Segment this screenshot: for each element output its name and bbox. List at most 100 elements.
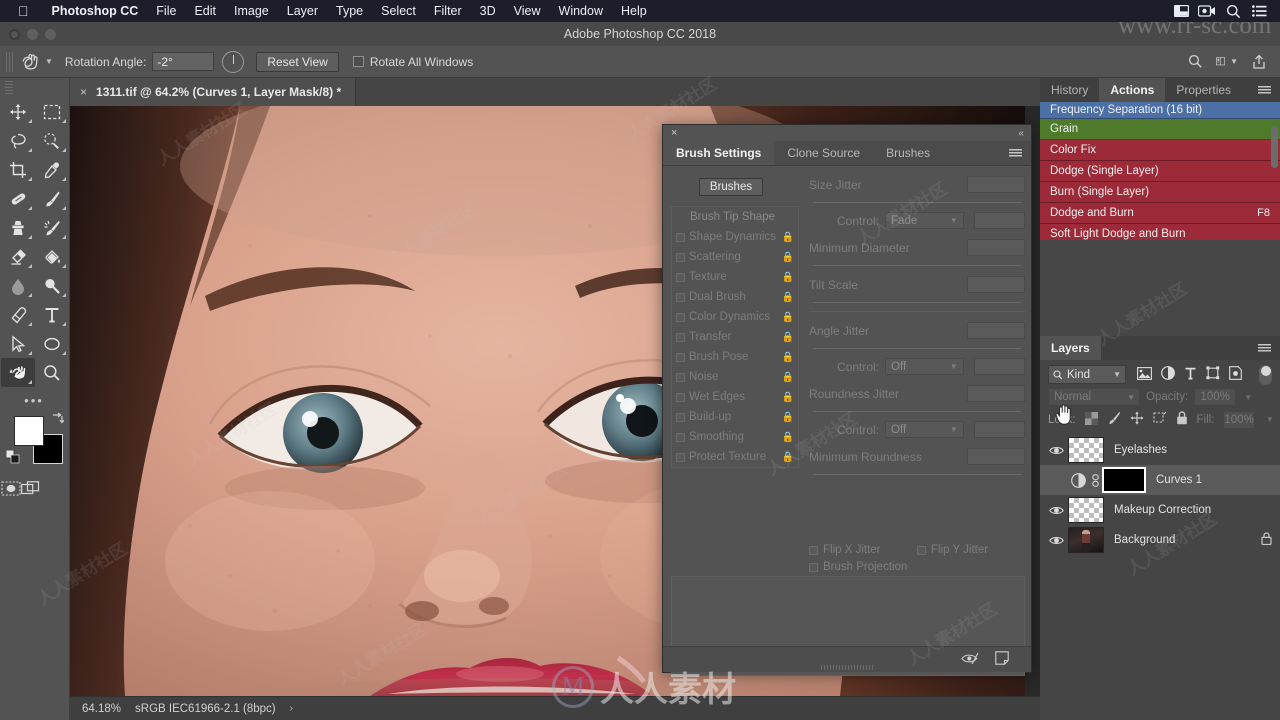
quick-selection-tool[interactable]	[35, 126, 69, 155]
tab-history[interactable]: History	[1040, 78, 1099, 102]
checkbox-box[interactable]	[676, 452, 685, 462]
roundness-jitter-field[interactable]	[967, 385, 1025, 402]
lock-icon[interactable]: 🔒	[782, 372, 794, 383]
dynamics-scattering[interactable]: Scattering 🔒	[672, 247, 798, 267]
flip-x-jitter-checkbox[interactable]: Flip X Jitter	[809, 544, 917, 556]
status-expand-icon[interactable]: ›	[290, 703, 293, 714]
pen-tool[interactable]	[1, 300, 35, 329]
history-brush-tool[interactable]	[35, 213, 69, 242]
lock-icon[interactable]: 🔒	[782, 392, 794, 403]
layer-thumbnail[interactable]	[1068, 437, 1104, 463]
paint-bucket-tool[interactable]	[35, 242, 69, 271]
blend-mode-select[interactable]: Normal ▼	[1048, 388, 1140, 406]
lock-artboard-icon[interactable]	[1152, 411, 1167, 428]
menu-layer[interactable]: Layer	[278, 4, 327, 18]
screen-record-icon[interactable]	[1194, 5, 1220, 17]
lock-position-icon[interactable]	[1130, 411, 1144, 428]
share-icon[interactable]	[1248, 51, 1270, 73]
panel-menu-icon[interactable]	[1000, 141, 1031, 165]
control-center-icon[interactable]	[1246, 5, 1272, 17]
tilt-scale-field[interactable]	[967, 276, 1025, 293]
search-icon[interactable]	[1184, 51, 1206, 73]
menu-filter[interactable]: Filter	[425, 4, 471, 18]
link-mask-icon[interactable]	[1088, 473, 1102, 487]
chevron-down-icon[interactable]: ▼	[1230, 57, 1238, 66]
tab-brushes[interactable]: Brushes	[873, 141, 943, 165]
checkbox-box[interactable]	[809, 545, 818, 555]
options-bar-grip[interactable]	[6, 51, 14, 72]
checkbox-box[interactable]	[676, 332, 685, 342]
collapse-icon[interactable]: ‹‹	[1018, 128, 1024, 139]
lock-icon[interactable]: 🔒	[782, 452, 794, 463]
dodge-tool[interactable]	[35, 271, 69, 300]
control-roundness-select[interactable]: Off ▼	[885, 421, 964, 438]
action-row[interactable]: Grain	[1040, 119, 1280, 140]
move-tool[interactable]	[1, 97, 35, 126]
layer-mask-thumbnail[interactable]	[1102, 467, 1146, 493]
lock-icon[interactable]: 🔒	[782, 232, 794, 243]
layer-row-eyelashes[interactable]: Eyelashes	[1040, 435, 1280, 465]
dynamics-dual-brush[interactable]: Dual Brush 🔒	[672, 287, 798, 307]
layer-visibility-toggle[interactable]	[1044, 535, 1068, 546]
screen-mode-icon[interactable]	[21, 474, 41, 503]
action-row[interactable]: Dodge and Burn F8	[1040, 203, 1280, 224]
filter-toggle-switch[interactable]	[1259, 364, 1272, 385]
layer-thumbnail[interactable]	[1068, 527, 1104, 553]
apple-menu-icon[interactable]: 	[18, 4, 29, 18]
dynamics-build-up[interactable]: Build-up 🔒	[672, 407, 798, 427]
pixel-layers-filter-icon[interactable]	[1137, 366, 1152, 383]
reset-view-button[interactable]: Reset View	[256, 51, 339, 72]
minimum-roundness-slider[interactable]	[813, 474, 1021, 475]
checkbox-box[interactable]	[676, 232, 685, 242]
action-row[interactable]: Color Fix	[1040, 140, 1280, 161]
split-view-icon[interactable]	[1168, 5, 1194, 17]
control-roundness-field[interactable]	[973, 421, 1025, 438]
control-angle-field[interactable]	[973, 358, 1025, 375]
action-row[interactable]: Frequency Separation (16 bit)	[1040, 102, 1280, 119]
blur-tool[interactable]	[1, 271, 35, 300]
size-jitter-slider[interactable]	[813, 202, 1021, 203]
eyedropper-tool[interactable]	[35, 155, 69, 184]
menu-edit[interactable]: Edit	[185, 4, 225, 18]
close-icon[interactable]: ×	[671, 127, 677, 139]
crop-tool[interactable]	[1, 155, 35, 184]
chevron-down-icon[interactable]: ▼	[950, 425, 958, 434]
menu-select[interactable]: Select	[372, 4, 425, 18]
adjustment-layer-thumbnail[interactable]	[1068, 472, 1088, 488]
menu-image[interactable]: Image	[225, 4, 278, 18]
workspace-icon[interactable]: ▼	[1216, 51, 1238, 73]
swap-colors-icon[interactable]	[51, 412, 65, 427]
lock-icon[interactable]: 🔒	[782, 272, 794, 283]
lock-icon[interactable]: 🔒	[782, 312, 794, 323]
adjustment-layers-filter-icon[interactable]	[1161, 366, 1175, 383]
angle-jitter-slider[interactable]	[813, 348, 1021, 349]
chevron-down-icon[interactable]: ▼	[1113, 370, 1121, 379]
lock-icon[interactable]: 🔒	[782, 332, 794, 343]
control-fade-field[interactable]	[973, 212, 1025, 229]
toggle-brush-preview-icon[interactable]	[961, 652, 979, 668]
menu-type[interactable]: Type	[327, 4, 372, 18]
panel-menu-icon[interactable]	[1249, 336, 1280, 360]
dynamics-brush-tip-shape[interactable]: Brush Tip Shape	[672, 207, 798, 227]
dynamics-smoothing[interactable]: Smoothing 🔒	[672, 427, 798, 447]
brush-panel-titlebar[interactable]: × ‹‹	[663, 125, 1031, 141]
angle-jitter-field[interactable]	[967, 322, 1025, 339]
brushes-button[interactable]: Brushes	[699, 178, 763, 196]
chevron-down-icon[interactable]: ▼	[1127, 393, 1135, 402]
layer-row-curves-1[interactable]: Curves 1	[1040, 465, 1280, 495]
rotation-angle-input[interactable]	[152, 52, 215, 71]
panel-menu-icon[interactable]	[1249, 78, 1280, 102]
more-tools-icon[interactable]: •••	[0, 387, 68, 412]
chevron-down-icon[interactable]: ▼	[45, 57, 53, 66]
healing-brush-tool[interactable]	[1, 184, 35, 213]
roundness-jitter-slider[interactable]	[813, 411, 1021, 412]
checkbox-box[interactable]	[676, 412, 685, 422]
layer-visibility-toggle[interactable]	[1044, 505, 1068, 516]
checkbox-box[interactable]	[676, 312, 685, 322]
path-selection-tool[interactable]	[1, 329, 35, 358]
tab-properties[interactable]: Properties	[1165, 78, 1242, 102]
lock-icon[interactable]: 🔒	[782, 412, 794, 423]
chevron-down-icon[interactable]: ▼	[1266, 415, 1274, 424]
control-fade-select[interactable]: Fade ▼	[885, 212, 964, 229]
document-tab[interactable]: × 1311.tif @ 64.2% (Curves 1, Layer Mask…	[70, 78, 357, 106]
